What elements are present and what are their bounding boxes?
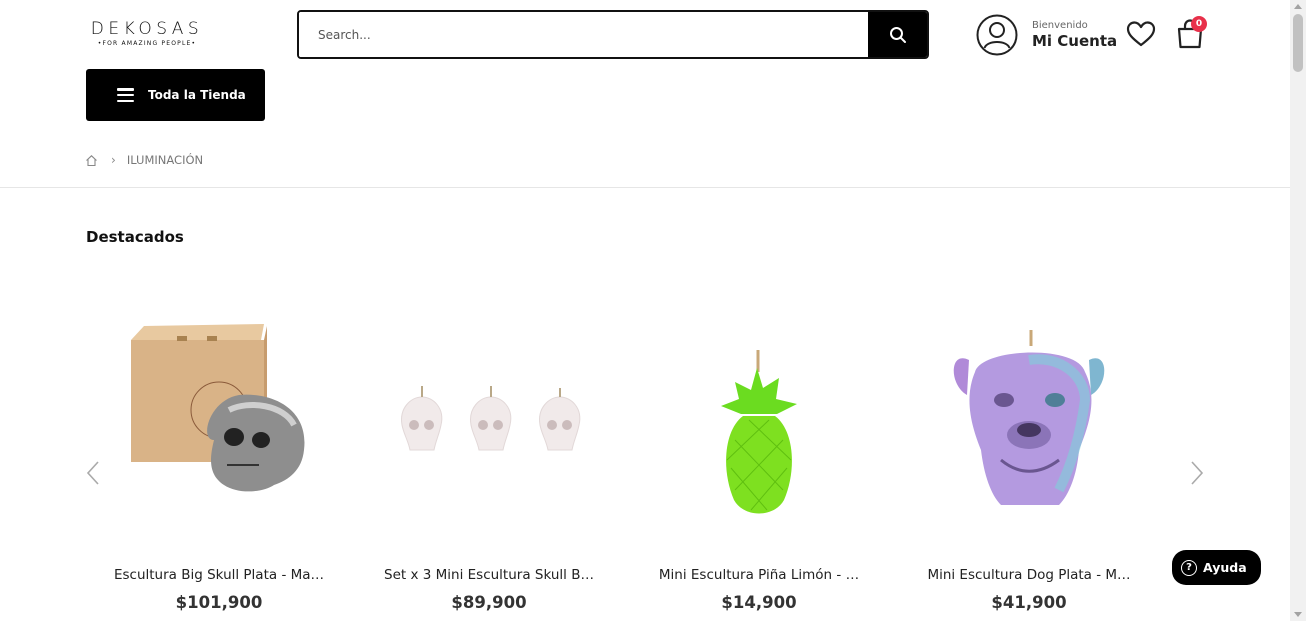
brand-tagline: •FOR AMAZING PEOPLE• — [97, 40, 197, 47]
account-welcome: Bienvenido — [1032, 20, 1088, 31]
scrollbar-thumb[interactable] — [1293, 14, 1303, 72]
all-store-menu-label: Toda la Tienda — [148, 88, 246, 102]
product-card[interactable]: Escultura Big Skull Plata - Ma… $101,900 — [99, 300, 339, 612]
header-divider — [0, 187, 1290, 188]
product-price: $101,900 — [175, 593, 263, 612]
breadcrumb: › ILUMINACIÓN — [85, 153, 203, 167]
help-button[interactable]: ? Ayuda — [1172, 550, 1261, 585]
search-icon — [889, 26, 906, 43]
cart-button[interactable]: 0 — [1175, 16, 1207, 50]
breadcrumb-current: ILUMINACIÓN — [126, 153, 204, 167]
product-image[interactable] — [909, 300, 1149, 540]
section-title: Destacados — [86, 228, 184, 246]
help-label: Ayuda — [1203, 560, 1247, 575]
question-icon: ? — [1181, 559, 1197, 576]
product-card[interactable]: Mini Escultura Piña Limón - … $14,900 — [639, 300, 879, 612]
brand-name: DEKOSAS — [90, 19, 204, 39]
product-title[interactable]: Escultura Big Skull Plata - Ma… — [99, 567, 339, 583]
brand-logo[interactable]: DEKOSAS •FOR AMAZING PEOPLE• — [90, 19, 204, 48]
chevron-right-icon: › — [111, 153, 116, 167]
search-bar — [297, 10, 929, 59]
product-price: $14,900 — [721, 593, 797, 612]
search-input[interactable] — [299, 12, 868, 57]
product-image[interactable] — [99, 300, 339, 540]
account-name: Mi Cuenta — [1032, 32, 1118, 50]
home-icon[interactable] — [85, 154, 98, 167]
page-scrollbar[interactable] — [1290, 0, 1306, 621]
product-title[interactable]: Mini Escultura Dog Plata - M… — [909, 567, 1149, 583]
product-price: $89,900 — [451, 593, 527, 612]
all-store-menu-button[interactable]: Toda la Tienda — [86, 69, 265, 121]
account-link[interactable]: Bienvenido Mi Cuenta — [976, 14, 1117, 56]
product-price: $41,900 — [991, 593, 1067, 612]
product-card[interactable]: Set x 3 Mini Escultura Skull B… $89,900 — [369, 300, 609, 612]
product-image[interactable] — [639, 300, 879, 540]
search-button[interactable] — [868, 12, 927, 57]
heart-icon[interactable] — [1126, 20, 1156, 48]
product-card[interactable]: Mini Escultura Dog Plata - M… $41,900 — [909, 300, 1149, 612]
hamburger-icon — [117, 88, 134, 102]
scroll-down-icon[interactable] — [1294, 612, 1302, 617]
product-title[interactable]: Set x 3 Mini Escultura Skull B… — [369, 567, 609, 583]
scroll-up-icon[interactable] — [1294, 4, 1302, 9]
product-image[interactable] — [369, 300, 609, 540]
cart-count-badge: 0 — [1191, 16, 1207, 32]
user-icon — [976, 14, 1018, 56]
product-title[interactable]: Mini Escultura Piña Limón - … — [639, 567, 879, 583]
carousel-next-button[interactable] — [1188, 458, 1206, 488]
